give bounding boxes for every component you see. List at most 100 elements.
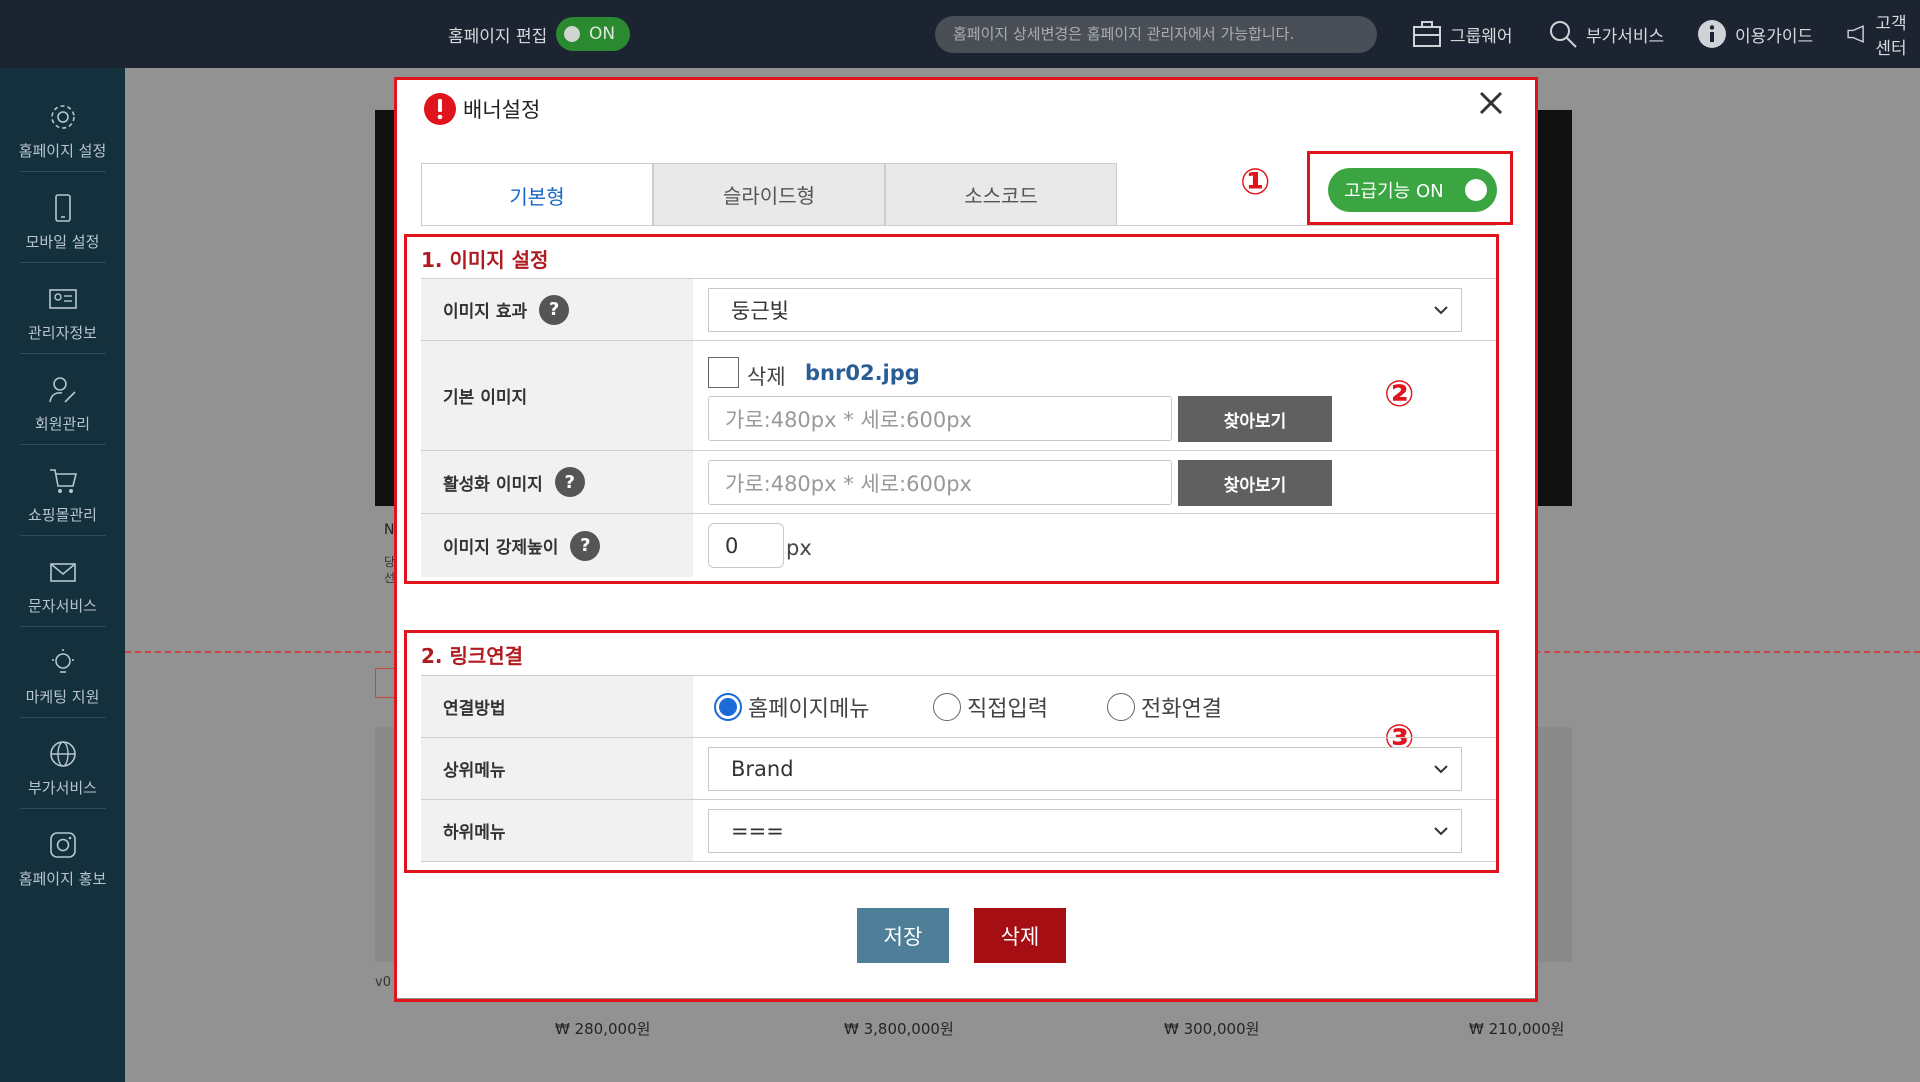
sidebar-item-label: 모바일 설정: [25, 233, 100, 251]
menu-addon[interactable]: 부가서비스: [1548, 16, 1664, 52]
sidebar-item-label: 문자서비스: [27, 597, 97, 615]
advanced-toggle-label: 고급기능 ON: [1344, 181, 1444, 202]
sidebar-item-shopping[interactable]: 쇼핑몰관리: [0, 450, 125, 541]
help-icon[interactable]: ?: [539, 294, 570, 325]
background-text: 당: [384, 555, 396, 569]
close-icon[interactable]: [1476, 88, 1506, 118]
active-image-file-input[interactable]: 가로:480px * 세로:600px: [708, 460, 1172, 505]
save-button[interactable]: 저장: [857, 908, 949, 963]
notice-bar: 홈페이지 상세변경은 홈페이지 관리자에서 가능합니다.: [935, 16, 1377, 53]
top-bar: 홈페이지 편집 ON 홈페이지 상세변경은 홈페이지 관리자에서 가능합니다. …: [0, 0, 1920, 68]
chevron-down-icon: [1434, 306, 1448, 315]
image-height-label: 이미지 강제높이?: [421, 514, 693, 577]
mobile-icon: [54, 194, 71, 222]
image-effect-label: 이미지 효과?: [421, 279, 693, 340]
radio-label: 전화연결: [1141, 697, 1222, 722]
chevron-down-icon: [1434, 765, 1448, 774]
sidebar-item-label: 부가서비스: [27, 779, 97, 797]
menu-guide[interactable]: 이용가이드: [1697, 16, 1813, 52]
parent-menu-row: 상위메뉴 Brand: [421, 737, 1496, 799]
sidebar-item-label: 관리자정보: [27, 324, 97, 342]
base-image-label: 기본 이미지: [421, 341, 693, 450]
chevron-down-icon: [1434, 827, 1448, 836]
divider: [20, 626, 106, 627]
sidebar-item-homepage-settings[interactable]: 홈페이지 설정: [0, 86, 125, 177]
image-height-input[interactable]: 0: [708, 523, 784, 568]
sidebar-item-members[interactable]: 회원관리: [0, 359, 125, 450]
sidebar-item-promotion[interactable]: 홈페이지 홍보: [0, 814, 125, 905]
current-file-name[interactable]: bnr02.jpg: [805, 361, 920, 385]
menu-customer[interactable]: 고객센터: [1846, 14, 1920, 59]
divider: [20, 808, 106, 809]
radio-homepage-menu[interactable]: 홈페이지메뉴: [714, 691, 869, 723]
edit-toggle[interactable]: ON: [556, 17, 630, 51]
child-menu-value: ===: [731, 819, 784, 843]
delete-checkbox[interactable]: [708, 357, 739, 388]
sidebar-item-sms[interactable]: 문자서비스: [0, 541, 125, 632]
radio-label: 직접입력: [967, 697, 1048, 722]
advanced-feature-toggle[interactable]: 고급기능 ON: [1328, 168, 1497, 212]
parent-menu-label: 상위메뉴: [421, 738, 693, 799]
image-effect-select[interactable]: 둥근빛: [708, 288, 1462, 332]
tab-source-code[interactable]: 소스코드: [885, 163, 1117, 226]
sidebar-item-label: 홈페이지 홍보: [18, 870, 107, 888]
edit-toggle-label: ON: [589, 24, 616, 44]
radio-label: 홈페이지메뉴: [748, 697, 870, 722]
divider: [20, 717, 106, 718]
sidebar-item-label: 마케팅 지원: [25, 688, 100, 706]
menu-groupware[interactable]: 그룹웨어: [1412, 16, 1513, 52]
child-menu-row: 하위메뉴 ===: [421, 799, 1496, 862]
divider: [20, 262, 106, 263]
base-image-file-input[interactable]: 가로:480px * 세로:600px: [708, 396, 1172, 441]
radio-phone-link[interactable]: 전화연결: [1107, 691, 1222, 723]
instagram-icon: [49, 832, 76, 858]
child-menu-select[interactable]: ===: [708, 809, 1462, 853]
divider: [20, 535, 106, 536]
cart-icon: [49, 469, 77, 493]
sidebar-item-mobile-settings[interactable]: 모바일 설정: [0, 177, 125, 268]
image-height-unit: px: [786, 536, 812, 560]
background-banner-left: [375, 110, 395, 506]
parent-menu-select[interactable]: Brand: [708, 747, 1462, 791]
divider: [20, 444, 106, 445]
browse-button[interactable]: 찾아보기: [1178, 396, 1332, 442]
sidebar-item-marketing[interactable]: 마케팅 지원: [0, 632, 125, 723]
link-method-row: 연결방법 홈페이지메뉴 직접입력 전화연결: [421, 675, 1496, 737]
radio-selected: [714, 693, 742, 721]
divider: [20, 171, 106, 172]
megaphone-icon: [1847, 25, 1864, 43]
user-edit-icon: [48, 377, 76, 403]
alert-icon: [424, 93, 456, 125]
background-text: v0: [375, 975, 391, 990]
info-icon: [1698, 20, 1726, 48]
background-product-right: [1538, 727, 1572, 962]
browse-button[interactable]: 찾아보기: [1178, 460, 1332, 506]
modal-title: 배너설정: [463, 98, 541, 122]
background-text: 선: [384, 571, 396, 585]
radio-direct-input[interactable]: 직접입력: [933, 691, 1048, 723]
link-method-label: 연결방법: [421, 676, 693, 737]
id-card-icon: [48, 289, 77, 309]
tab-slide[interactable]: 슬라이드형: [653, 163, 885, 226]
base-image-row: 기본 이미지 삭제 bnr02.jpg 가로:480px * 세로:600px …: [421, 340, 1496, 450]
divider: [20, 353, 106, 354]
search-icon: [1550, 21, 1577, 48]
image-effect-value: 둥근빛: [731, 299, 789, 323]
help-icon[interactable]: ?: [570, 530, 601, 561]
image-effect-row: 이미지 효과? 둥근빛: [421, 278, 1496, 340]
sidebar-item-label: 회원관리: [34, 415, 91, 433]
marker-1: ①: [1240, 162, 1271, 203]
toggle-knob: [1465, 179, 1487, 201]
tab-basic[interactable]: 기본형: [421, 163, 653, 226]
menu-addon-label: 부가서비스: [1586, 26, 1665, 47]
product-price: ₩ 280,000원: [555, 1020, 651, 1038]
sidebar-item-admin-info[interactable]: 관리자정보: [0, 268, 125, 359]
delete-button[interactable]: 삭제: [974, 908, 1066, 963]
link-settings-title: 2. 링크연결: [421, 644, 524, 668]
background-section-marker: [375, 668, 395, 698]
sidebar-item-addon[interactable]: 부가서비스: [0, 723, 125, 814]
globe-icon: [49, 741, 76, 767]
background-banner-right: [1538, 110, 1572, 506]
product-price: ₩ 300,000원: [1164, 1020, 1260, 1038]
help-icon[interactable]: ?: [554, 467, 585, 497]
